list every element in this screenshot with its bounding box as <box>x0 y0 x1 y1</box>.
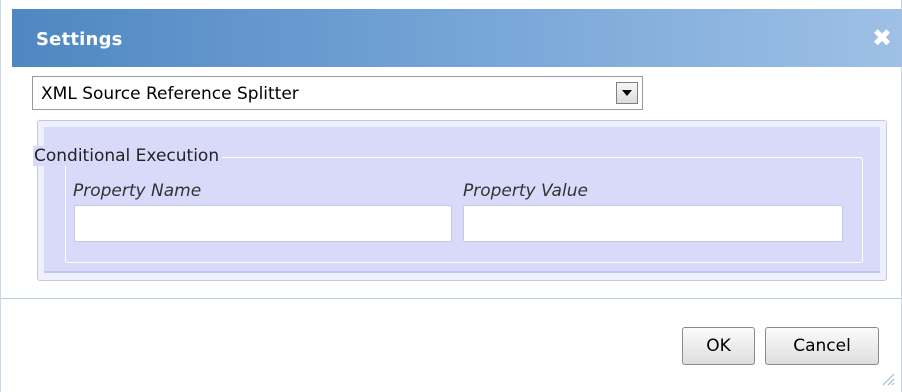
component-select[interactable]: XML Source Reference Splitter <box>32 76 643 110</box>
settings-dialog: Settings ✖ XML Source Reference Splitter… <box>0 0 902 392</box>
ok-button[interactable]: OK <box>682 327 755 365</box>
footer-divider <box>1 298 902 299</box>
conditional-execution-legend: Conditional Execution <box>33 146 223 166</box>
property-value-input[interactable] <box>463 205 843 242</box>
resize-grip-icon[interactable] <box>881 372 895 386</box>
close-icon[interactable]: ✖ <box>870 26 894 50</box>
dialog-title: Settings <box>36 29 123 50</box>
cancel-button[interactable]: Cancel <box>765 327 879 365</box>
component-select-value: XML Source Reference Splitter <box>41 84 299 104</box>
property-name-label: Property Name <box>73 181 202 201</box>
property-value-label: Property Value <box>463 181 588 201</box>
chevron-down-icon[interactable] <box>616 82 638 104</box>
dialog-titlebar[interactable]: Settings ✖ <box>12 9 902 67</box>
property-name-input[interactable] <box>74 205 452 242</box>
